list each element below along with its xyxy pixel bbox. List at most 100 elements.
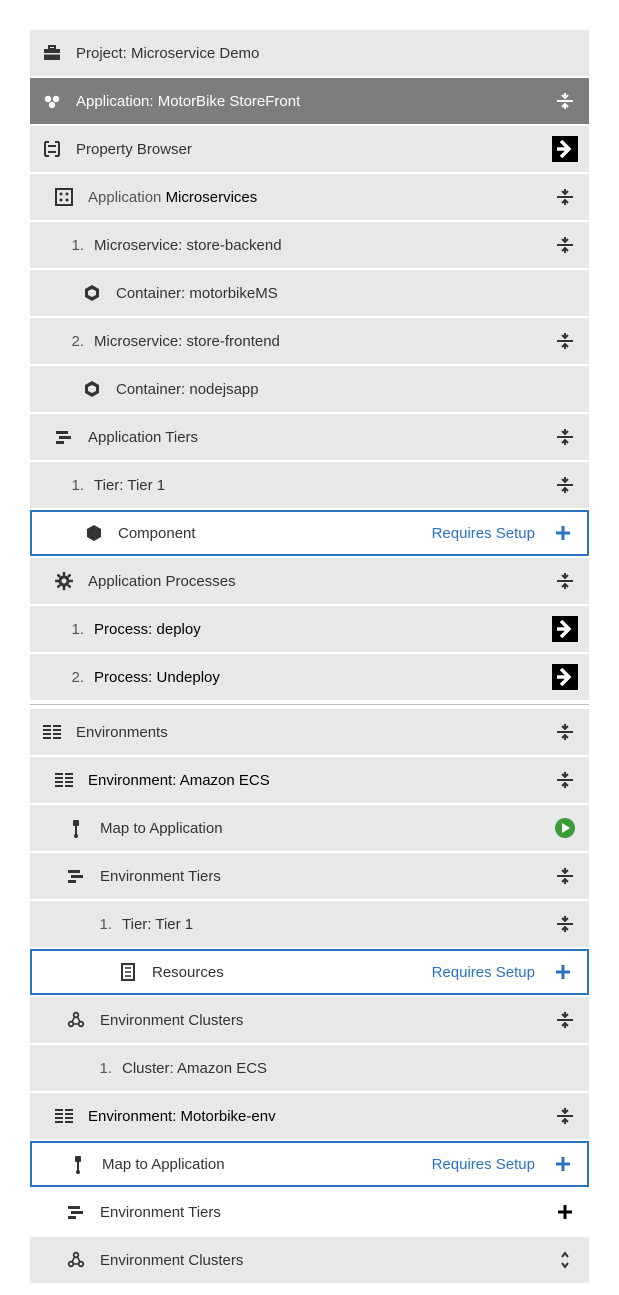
environments-icon (52, 769, 76, 791)
collapse-icon[interactable] (551, 183, 579, 211)
plus-icon[interactable] (551, 1198, 579, 1226)
app-microservices-row[interactable]: Application Microservices (30, 174, 589, 220)
environment-row[interactable]: Environment: Amazon ECS (30, 757, 589, 803)
hex-solid-icon (82, 522, 106, 544)
env-tier-row[interactable]: 1. Tier: Tier 1 (30, 901, 589, 947)
environment-label: Environment: Amazon ECS (88, 772, 543, 789)
collapse-icon[interactable] (551, 423, 579, 451)
env-tiers-row[interactable]: Environment Tiers (30, 853, 589, 899)
collapse-icon[interactable] (551, 910, 579, 938)
list-number: 1. (64, 477, 84, 494)
app-microservices-label: Application Microservices (88, 189, 543, 206)
property-browser-icon (40, 138, 64, 160)
map-to-app-setup-row[interactable]: Map to Application Requires Setup (30, 1141, 589, 1187)
environments-icon (52, 1105, 76, 1127)
tiers-icon (52, 426, 76, 448)
environment-label: Environment: Motorbike-env (88, 1108, 543, 1125)
arrow-right-icon[interactable] (551, 135, 579, 163)
map-icon (66, 1153, 90, 1175)
env-clusters-label: Environment Clusters (100, 1012, 543, 1029)
app-processes-row[interactable]: Application Processes (30, 558, 589, 604)
component-label: Component (118, 525, 432, 542)
env-clusters-row[interactable]: Environment Clusters (30, 997, 589, 1043)
expand-icon[interactable] (551, 1246, 579, 1274)
list-number: 1. (64, 237, 84, 254)
collapse-icon[interactable] (551, 1102, 579, 1130)
application-label: Application: MotorBike StoreFront (76, 93, 543, 110)
env-clusters-label: Environment Clusters (100, 1252, 543, 1269)
cluster-icon (64, 1009, 88, 1031)
collapse-icon[interactable] (551, 87, 579, 115)
property-browser-label: Property Browser (76, 141, 543, 158)
requires-setup-text: Requires Setup (432, 525, 535, 542)
resources-setup-row[interactable]: Resources Requires Setup (30, 949, 589, 995)
list-number: 1. (92, 1060, 112, 1077)
arrow-right-icon[interactable] (551, 615, 579, 643)
hex-icon (80, 282, 104, 304)
environments-icon (40, 721, 64, 743)
resource-icon (116, 961, 140, 983)
environments-label: Environments (76, 724, 543, 741)
gear-icon (52, 570, 76, 592)
process-row[interactable]: 2. Process: Undeploy (30, 654, 589, 700)
map-to-app-row[interactable]: Map to Application (30, 805, 589, 851)
briefcase-icon (40, 42, 64, 64)
list-number: 1. (92, 916, 112, 933)
arrow-right-icon[interactable] (551, 663, 579, 691)
plus-icon[interactable] (549, 519, 577, 547)
app-processes-label: Application Processes (88, 573, 543, 590)
collapse-icon[interactable] (551, 862, 579, 890)
play-icon[interactable] (551, 814, 579, 842)
env-tiers-label: Environment Tiers (100, 868, 543, 885)
cluster-label: Cluster: Amazon ECS (122, 1060, 579, 1077)
collapse-icon[interactable] (551, 718, 579, 746)
tier-row[interactable]: 1. Tier: Tier 1 (30, 462, 589, 508)
env-clusters-row[interactable]: Environment Clusters (30, 1237, 589, 1283)
microservice-row[interactable]: 2. Microservice: store-frontend (30, 318, 589, 364)
map-icon (64, 817, 88, 839)
tier-label: Tier: Tier 1 (94, 477, 543, 494)
component-setup-row[interactable]: Component Requires Setup (30, 510, 589, 556)
application-row[interactable]: Application: MotorBike StoreFront (30, 78, 589, 124)
project-row[interactable]: Project: Microservice Demo (30, 30, 589, 76)
plus-icon[interactable] (549, 1150, 577, 1178)
app-tiers-label: Application Tiers (88, 429, 543, 446)
app-tiers-row[interactable]: Application Tiers (30, 414, 589, 460)
process-label: Process: deploy (94, 621, 543, 638)
environments-row[interactable]: Environments (30, 709, 589, 755)
collapse-icon[interactable] (551, 231, 579, 259)
list-number: 1. (64, 621, 84, 638)
requires-setup-text: Requires Setup (432, 1156, 535, 1173)
microservice-row[interactable]: 1. Microservice: store-backend (30, 222, 589, 268)
process-row[interactable]: 1. Process: deploy (30, 606, 589, 652)
tiers-icon (64, 1201, 88, 1223)
cluster-icon (64, 1249, 88, 1271)
collapse-icon[interactable] (551, 1006, 579, 1034)
plus-icon[interactable] (549, 958, 577, 986)
grid-icon (52, 186, 76, 208)
container-label: Container: motorbikeMS (116, 285, 579, 302)
environment-row[interactable]: Environment: Motorbike-env (30, 1093, 589, 1139)
project-label: Project: Microservice Demo (76, 45, 579, 62)
microservice-label: Microservice: store-frontend (94, 333, 543, 350)
container-row[interactable]: Container: motorbikeMS (30, 270, 589, 316)
map-to-app-label: Map to Application (100, 820, 543, 837)
env-tier-label: Tier: Tier 1 (122, 916, 543, 933)
collapse-icon[interactable] (551, 327, 579, 355)
requires-setup-text: Requires Setup (432, 964, 535, 981)
resources-label: Resources (152, 964, 432, 981)
collapse-icon[interactable] (551, 766, 579, 794)
collapse-icon[interactable] (551, 471, 579, 499)
container-row[interactable]: Container: nodejsapp (30, 366, 589, 412)
map-to-app-label: Map to Application (102, 1156, 432, 1173)
process-label: Process: Undeploy (94, 669, 543, 686)
env-tiers-label: Environment Tiers (100, 1204, 543, 1221)
collapse-icon[interactable] (551, 567, 579, 595)
env-tiers-row[interactable]: Environment Tiers (30, 1189, 589, 1235)
cluster-row[interactable]: 1. Cluster: Amazon ECS (30, 1045, 589, 1091)
container-label: Container: nodejsapp (116, 381, 579, 398)
property-browser-row[interactable]: Property Browser (30, 126, 589, 172)
list-number: 2. (64, 669, 84, 686)
list-number: 2. (64, 333, 84, 350)
app-icon (40, 90, 64, 112)
